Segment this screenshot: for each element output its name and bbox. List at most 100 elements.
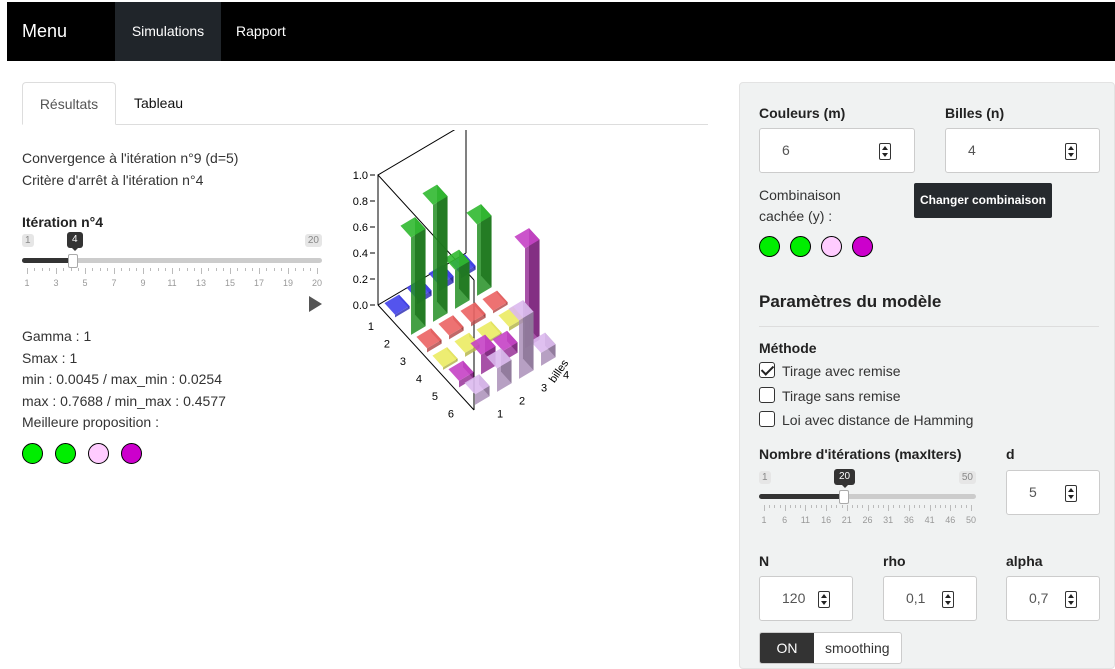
slider-tick (810, 505, 812, 508)
slider-tick (106, 268, 108, 271)
slider-tick (237, 268, 239, 271)
slider-tick (924, 505, 926, 508)
slider-tick (903, 505, 905, 508)
slider-tick-label: 11 (167, 278, 177, 288)
slider-tick (872, 505, 874, 508)
rho-input[interactable]: 0,1 (883, 576, 977, 621)
alpha-input[interactable]: 0,7 (1006, 576, 1100, 621)
slider-tick-label: 13 (195, 278, 207, 288)
slider-min: 1 (759, 471, 771, 484)
slider-max: 20 (304, 234, 322, 247)
chart-box-floor-edge (377, 304, 475, 411)
slider-tick (862, 505, 864, 508)
iteration-slider[interactable]: 1 20 4 1 3 5 7 9 11 13 15 17 19 20 (22, 232, 323, 294)
slider-handle[interactable] (68, 254, 78, 268)
slider-tick (945, 505, 947, 508)
method-sans-remise-label[interactable]: Tirage sans remise (782, 388, 901, 404)
billes-input[interactable]: 4 (945, 128, 1100, 173)
slider-track[interactable] (759, 490, 976, 504)
n-value: 120 (782, 590, 806, 606)
slider-tick-label: 15 (224, 278, 236, 288)
slider-tick (939, 505, 941, 508)
rho-value: 0,1 (906, 590, 926, 606)
nav-simulations[interactable]: Simulations (115, 2, 221, 61)
slider-tick (215, 268, 217, 271)
slider-tick (908, 505, 910, 511)
slider-tick-label: 36 (903, 515, 914, 525)
slider-tick (929, 505, 931, 511)
z-axis-tick-label: 0.6 (353, 222, 368, 234)
slider-tick-label: 3 (53, 278, 59, 288)
bar-side-face (436, 184, 448, 314)
slider-tick-label: 19 (282, 278, 294, 288)
n-input[interactable]: 120 (759, 576, 853, 621)
navbar-brand[interactable]: Menu (22, 21, 67, 42)
slider-tick (92, 268, 94, 271)
smoothing-toggle[interactable]: ON smoothing (759, 632, 902, 664)
alpha-label: alpha (1006, 553, 1043, 569)
slider-tick-label: 20 (311, 278, 323, 288)
spinner-icon[interactable] (942, 591, 954, 608)
couleurs-label: Couleurs (m) (759, 105, 846, 121)
slider-tick (820, 505, 822, 508)
slider-tick (836, 505, 838, 508)
slider-grid: 1 6 11 16 21 26 31 36 41 46 50 (761, 505, 976, 527)
slider-track[interactable] (22, 254, 322, 268)
checkbox-avec-remise[interactable] (759, 362, 775, 378)
slider-tick-label: 21 (841, 515, 852, 525)
slider-tick (266, 268, 268, 271)
slider-tick-label: 17 (253, 278, 265, 288)
slider-tick (85, 268, 86, 274)
divider (759, 326, 1099, 327)
slider-tick (193, 268, 195, 271)
change-combination-button[interactable]: Changer combinaison (914, 183, 1052, 218)
slider-tick (114, 268, 115, 274)
slider-handle[interactable] (839, 490, 849, 504)
checkbox-sans-remise[interactable] (759, 387, 775, 403)
hidden-combination-circles (759, 236, 873, 257)
d-input[interactable]: 5 (1006, 470, 1100, 515)
slider-tick (128, 268, 130, 271)
smoothing-on[interactable]: ON (760, 633, 814, 663)
y-axis-tick-label: 3 (400, 356, 406, 368)
slider-tick (121, 268, 123, 271)
slider-tick (965, 505, 967, 508)
rho-label: rho (883, 553, 906, 569)
slider-tick (779, 505, 781, 508)
iterations-slider[interactable]: 1 50 20 1 6 11 16 21 26 31 36 41 46 50 (759, 469, 976, 531)
slider-tick (143, 268, 144, 274)
spinner-icon[interactable] (818, 591, 830, 608)
spinner-icon[interactable] (879, 143, 891, 160)
tab-resultats[interactable]: Résultats (22, 82, 116, 125)
nav-rapport[interactable]: Rapport (221, 2, 301, 61)
slider-tick-label: 16 (821, 515, 832, 525)
slider-tick (317, 268, 318, 274)
method-hamming-label[interactable]: Loi avec distance de Hamming (782, 412, 973, 428)
d-label: d (1006, 446, 1015, 462)
billes-value: 4 (968, 142, 976, 158)
couleurs-input[interactable]: 6 (759, 128, 915, 173)
z-axis-tick-label: 1.0 (353, 170, 368, 182)
color-circle (55, 443, 76, 464)
slider-tick-label: 1 (761, 515, 767, 525)
bar3d-chart: 0.00.20.40.60.81.0123456 1234billes (353, 130, 572, 421)
method-avec-remise-label[interactable]: Tirage avec remise (782, 363, 901, 379)
slider-tick (201, 268, 202, 274)
slider-tick (934, 505, 936, 508)
spinner-icon[interactable] (1065, 591, 1077, 608)
best-proposal-circles (22, 443, 142, 464)
tab-tableau[interactable]: Tableau (134, 82, 183, 125)
slider-tick (99, 268, 101, 271)
spinner-icon[interactable] (1065, 485, 1077, 502)
hidden-combination-label-2: cachée (y) : (759, 208, 833, 224)
play-icon[interactable] (309, 296, 322, 312)
checkbox-hamming[interactable] (759, 411, 775, 427)
slider-tick-label: 9 (140, 278, 146, 288)
slider-tick (135, 268, 137, 271)
slider-tick (244, 268, 246, 271)
slider-max: 50 (958, 471, 976, 484)
spinner-icon[interactable] (1065, 143, 1077, 160)
slider-tick-label: 50 (965, 515, 977, 525)
slider-tick-label: 6 (782, 515, 788, 525)
y-axis-tick-label: 4 (416, 373, 422, 385)
